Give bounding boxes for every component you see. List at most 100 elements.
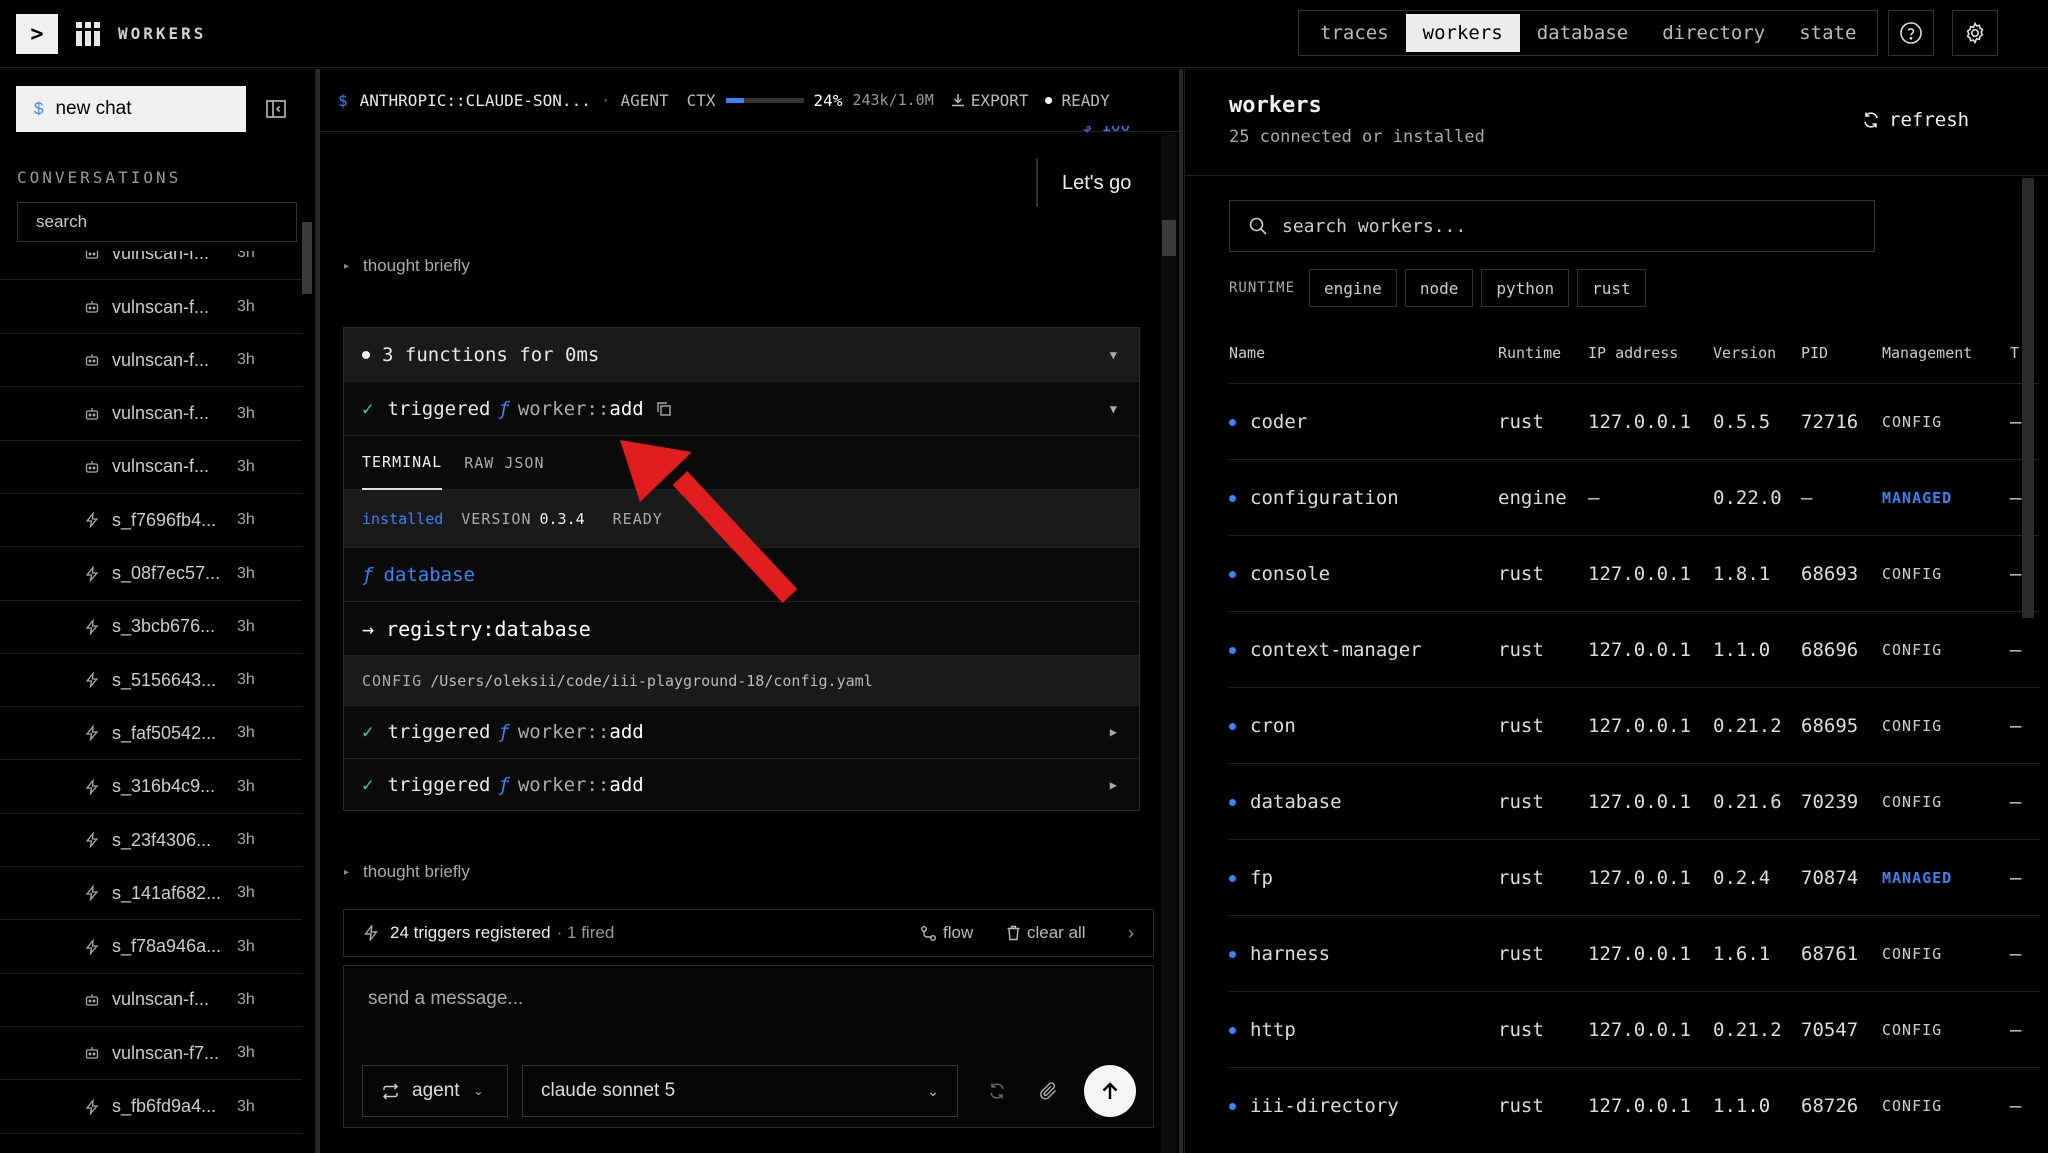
conversation-name: vulnscan-f7... [112, 1042, 220, 1063]
runtime-chip-python[interactable]: python [1481, 269, 1570, 307]
clear-all-button[interactable]: clear all [1006, 923, 1086, 943]
send-button[interactable] [1084, 1065, 1136, 1117]
conversation-item[interactable]: s_f78a946a... 3h [0, 921, 302, 974]
conversation-scroll-thumb[interactable] [302, 222, 312, 294]
terminal-prompt-button[interactable]: > [16, 14, 58, 54]
conversation-item[interactable]: vulnscan-f... 3h [0, 974, 302, 1027]
workers-title: workers [1229, 93, 1322, 118]
col-header-name[interactable]: Name [1229, 323, 1265, 383]
tab-workers[interactable]: workers [1405, 14, 1520, 52]
conversation-time: 3h [237, 831, 255, 848]
refresh-button[interactable]: refresh [1861, 109, 1969, 131]
worker-ip: 127.0.0.1 [1588, 867, 1691, 889]
tab-database[interactable]: database [1520, 14, 1646, 52]
conversation-item[interactable]: vulnscan-f... 3h [0, 281, 302, 334]
worker-pid: 70239 [1801, 791, 1859, 813]
conversation-item[interactable]: vulnscan-f... 3h [0, 334, 302, 388]
conversation-item[interactable]: vulnscan-f... 3h [0, 388, 302, 441]
settings-button[interactable] [1952, 10, 1998, 56]
table-row[interactable]: http rust 127.0.0.1 0.21.2 70547 CONFIG — [1229, 991, 2039, 1067]
bolt-icon [84, 832, 100, 848]
conversation-list: vulnscan-f... 3h vulnscan-f... 3h vulnscan-f… [0, 251, 302, 1153]
col-header-ip[interactable]: IP address [1588, 323, 1678, 383]
table-row[interactable]: configuration engine — 0.22.0 — MANAGED — [1229, 459, 2039, 535]
worker-ip-cell: 127.0.0.1 [1588, 612, 1691, 688]
worker-runtime-cell: rust [1498, 536, 1544, 612]
function-call-row[interactable]: ✓ triggered ƒ worker:: add ▶ [344, 759, 1139, 811]
model-name[interactable]: ANTHROPIC::CLAUDE-SON... [360, 91, 591, 110]
conversations-header: CONVERSATIONS [17, 168, 182, 187]
col-header-runtime[interactable]: Runtime [1498, 323, 1561, 383]
function-block-header[interactable]: 3 functions for 0ms ▼ [344, 328, 1139, 382]
new-chat-button[interactable]: $ new chat [16, 86, 246, 132]
tab-raw-json[interactable]: RAW JSON [464, 454, 544, 472]
thought-toggle[interactable]: ▸ thought briefly [344, 256, 470, 276]
table-row[interactable]: context-manager rust 127.0.0.1 1.1.0 68696 CO… [1229, 611, 2039, 687]
conversation-item[interactable]: s_f7696fb4... 3h [0, 494, 302, 548]
tab-terminal[interactable]: TERMINAL [362, 436, 443, 490]
col-header-pid[interactable]: PID [1801, 323, 1828, 383]
conversation-name: s_fb6fd9a4... [112, 1096, 217, 1116]
model-value: claude sonnet 5 [541, 1080, 676, 1101]
partial-clipped-text: $ 100 [1082, 126, 1142, 134]
conversation-item[interactable]: vulnscan-f... 3h [0, 441, 302, 494]
conversation-item[interactable]: s_faf50542... 3h [0, 707, 302, 761]
table-row[interactable]: cron rust 127.0.0.1 0.21.2 68695 CONFIG — [1229, 687, 2039, 763]
workers-search[interactable] [1229, 200, 1875, 252]
table-row[interactable]: database rust 127.0.0.1 0.21.6 70239 CONFIG — [1229, 763, 2039, 839]
worker-ip-cell: 127.0.0.1 [1588, 840, 1691, 916]
conversation-item[interactable]: s_5156643... 3h [0, 654, 302, 708]
message-input[interactable] [368, 982, 1128, 1016]
runtime-chip-engine[interactable]: engine [1309, 269, 1397, 307]
conversation-item[interactable]: s_08f7ec57... 3h [0, 548, 302, 601]
col-header-t[interactable]: T [2010, 323, 2019, 383]
col-header-management[interactable]: Management [1882, 323, 1972, 383]
sidebar-collapse-icon[interactable] [264, 97, 288, 121]
copy-icon[interactable] [656, 401, 672, 417]
export-button[interactable]: EXPORT [950, 91, 1029, 110]
worker-pid-cell: 68693 [1801, 536, 1858, 612]
status-dot [1229, 722, 1236, 730]
workers-scrollbar[interactable] [2022, 178, 2034, 618]
conversation-item[interactable]: vulnscan-f... 3h [0, 251, 302, 280]
mode-select[interactable]: agent ⌄ [362, 1065, 508, 1117]
conversation-item[interactable]: s_fb6fd9a4... 3h [0, 1081, 302, 1134]
runtime-chip-node[interactable]: node [1404, 269, 1474, 307]
col-header-version[interactable]: Version [1713, 323, 1776, 383]
paperclip-icon[interactable] [1038, 1080, 1060, 1102]
conversation-item[interactable]: vulnscan-f7... 3h [0, 1027, 302, 1081]
chevron-right-icon[interactable]: › [1128, 923, 1134, 944]
flow-button[interactable]: flow [920, 923, 973, 943]
worker-runtime-cell: rust [1498, 992, 1544, 1068]
worker-t: — [2010, 487, 2022, 509]
conversation-item[interactable]: s_3bcb676... 3h [0, 601, 302, 654]
table-row[interactable]: console rust 127.0.0.1 1.8.1 68693 CONFIG — [1229, 535, 2039, 611]
panel-divider[interactable] [1179, 69, 1183, 1153]
runtime-chip-rust[interactable]: rust [1577, 269, 1646, 307]
conversation-item[interactable]: s_316b4c9... 3h [0, 761, 302, 814]
table-row[interactable]: harness rust 127.0.0.1 1.6.1 68761 CONFIG — [1229, 915, 2039, 991]
worker-runtime-cell: rust [1498, 764, 1544, 840]
chat-scroll-thumb[interactable] [1162, 220, 1176, 256]
tab-directory[interactable]: directory [1645, 14, 1782, 52]
workers-search-input[interactable] [1282, 211, 1862, 241]
tab-state[interactable]: state [1782, 14, 1873, 52]
tab-traces[interactable]: traces [1303, 14, 1406, 52]
help-button[interactable] [1888, 10, 1934, 56]
conversation-name: s_f7696fb4... [112, 509, 217, 530]
workers-subtitle: 25 connected or installed [1229, 127, 1485, 147]
model-select[interactable]: claude sonnet 5 ⌄ [522, 1065, 958, 1117]
conversation-item[interactable]: s_141af682... 3h [0, 867, 302, 921]
conversation-search-input[interactable] [17, 202, 297, 242]
worker-management-cell: CONFIG [1882, 916, 1942, 992]
worker-ip: 127.0.0.1 [1588, 1095, 1691, 1117]
thought-toggle[interactable]: ▸ thought briefly [344, 862, 470, 882]
table-row[interactable]: iii-directory rust 127.0.0.1 1.1.0 68726 CONF… [1229, 1067, 2039, 1143]
chat-scrollbar[interactable] [1161, 132, 1177, 1153]
refresh-icon[interactable] [987, 1081, 1007, 1101]
conversation-item[interactable]: s_23f4306... 3h [0, 814, 302, 867]
worker-name: context-manager [1250, 639, 1422, 661]
table-row[interactable]: fp rust 127.0.0.1 0.2.4 70874 MANAGED — [1229, 839, 2039, 915]
table-row[interactable]: coder rust 127.0.0.1 0.5.5 72716 CONFIG — [1229, 383, 2039, 459]
function-call-row[interactable]: ✓ triggered ƒ worker:: add ▶ [344, 706, 1139, 759]
